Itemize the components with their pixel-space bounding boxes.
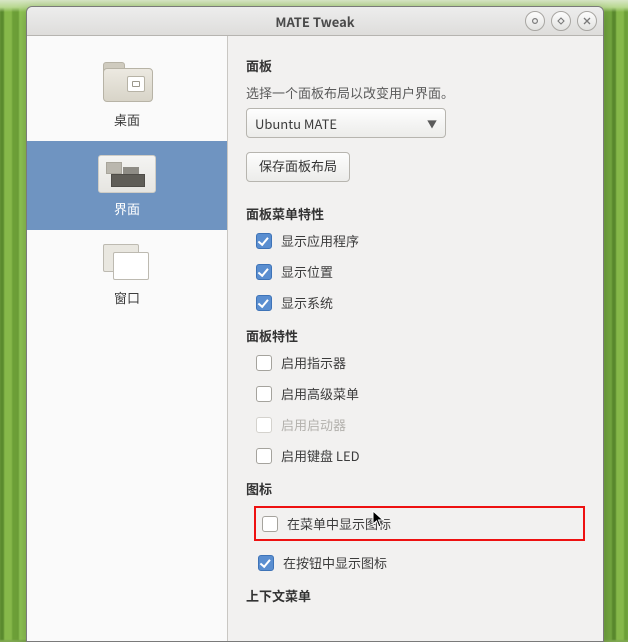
sidebar-item-interface[interactable]: 界面 (27, 141, 227, 230)
sidebar-item-desktop[interactable]: 桌面 (27, 50, 227, 141)
settings-pane: 面板 选择一个面板布局以改变用户界面。 Ubuntu MATE ▼ 保存面板布局… (228, 36, 603, 641)
checkbox-icon (258, 555, 274, 571)
section-panel-menu-heading: 面板菜单特性 (246, 204, 585, 223)
checkbox-icon (256, 264, 272, 280)
chevron-down-icon: ▼ (427, 116, 437, 131)
panel-layout-selected: Ubuntu MATE (255, 114, 337, 133)
panel-layout-hint: 选择一个面板布局以改变用户界面。 (246, 83, 585, 102)
checkbox-icon (256, 355, 272, 371)
desktop-icon (99, 64, 155, 104)
category-sidebar: 桌面 界面 窗口 (27, 36, 228, 641)
checkbox-icons-in-buttons[interactable]: 在按钮中显示图标 (258, 553, 585, 572)
checkbox-enable-keyboard-led[interactable]: 启用键盘 LED (256, 446, 585, 465)
close-button[interactable] (577, 11, 597, 31)
checkbox-enable-launcher: 启用启动器 (256, 415, 585, 434)
checkbox-show-applications[interactable]: 显示应用程序 (256, 231, 585, 250)
checkbox-icon (256, 233, 272, 249)
checkbox-icon (262, 516, 278, 532)
mate-tweak-window: MATE Tweak 桌面 界面 (26, 6, 604, 642)
checkbox-icons-in-menus[interactable]: 在菜单中显示图标 (262, 514, 391, 533)
checkbox-icon (256, 417, 272, 433)
panel-layout-combo[interactable]: Ubuntu MATE ▼ (246, 108, 446, 138)
sidebar-item-label: 桌面 (114, 110, 140, 129)
checkbox-enable-indicators[interactable]: 启用指示器 (256, 353, 585, 372)
checkbox-icon (256, 386, 272, 402)
sidebar-item-label: 窗口 (114, 288, 140, 307)
save-panel-layout-button[interactable]: 保存面板布局 (246, 152, 350, 182)
section-panel-heading: 面板 (246, 56, 585, 75)
checkbox-icon (256, 295, 272, 311)
section-context-menu-heading: 上下文菜单 (246, 586, 585, 605)
interface-icon (98, 155, 156, 193)
window-title: MATE Tweak (275, 12, 354, 31)
sidebar-item-label: 界面 (114, 199, 140, 218)
checkbox-enable-advanced-menu[interactable]: 启用高级菜单 (256, 384, 585, 403)
sidebar-item-windows[interactable]: 窗口 (27, 230, 227, 319)
checkbox-show-system[interactable]: 显示系统 (256, 293, 585, 312)
titlebar: MATE Tweak (27, 7, 603, 36)
checkbox-show-places[interactable]: 显示位置 (256, 262, 585, 281)
section-panel-features-heading: 面板特性 (246, 326, 585, 345)
maximize-button[interactable] (551, 11, 571, 31)
section-icons-heading: 图标 (246, 479, 585, 498)
checkbox-icon (256, 448, 272, 464)
windows-icon (103, 244, 151, 282)
minimize-button[interactable] (525, 11, 545, 31)
highlight-box: 在菜单中显示图标 (254, 506, 585, 541)
